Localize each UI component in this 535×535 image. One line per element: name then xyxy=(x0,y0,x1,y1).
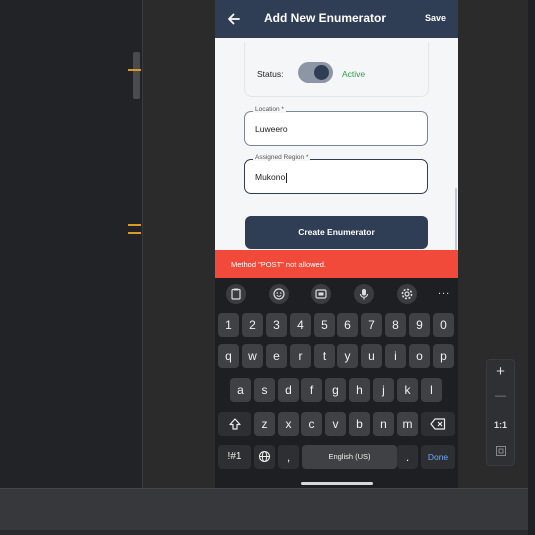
status-toggle[interactable] xyxy=(298,62,333,83)
key-j[interactable]: j xyxy=(373,378,394,402)
create-enumerator-button[interactable]: Create Enumerator xyxy=(245,216,428,249)
key-o[interactable]: o xyxy=(409,344,430,368)
key-6[interactable]: 6 xyxy=(337,313,358,337)
zoom-controls: + — 1:1 xyxy=(486,359,515,466)
key-3[interactable]: 3 xyxy=(266,313,287,337)
text-caret xyxy=(286,172,288,183)
error-message: Method "POST" not allowed. xyxy=(231,260,326,269)
key-f[interactable]: f xyxy=(301,378,322,402)
key-s[interactable]: s xyxy=(254,378,275,402)
key-q[interactable]: q xyxy=(218,344,239,368)
key-v[interactable]: v xyxy=(325,412,346,436)
key-1[interactable]: 1 xyxy=(218,313,239,337)
more-options-icon[interactable]: ... xyxy=(438,285,450,297)
zoom-out-button[interactable]: — xyxy=(487,390,514,402)
right-edge-strip xyxy=(528,0,535,535)
bottom-panel xyxy=(0,488,528,531)
left-panel-border xyxy=(142,0,143,488)
status-toggle-knob xyxy=(314,65,329,80)
key-a[interactable]: a xyxy=(230,378,251,402)
space-key[interactable]: English (US) xyxy=(302,445,397,469)
phone-screen: Add New Enumerator Save Status: Active L… xyxy=(215,0,458,488)
key-4[interactable]: 4 xyxy=(290,313,311,337)
location-label: Location * xyxy=(253,106,286,113)
gesture-nav-pill[interactable] xyxy=(301,482,373,485)
shift-icon xyxy=(228,418,241,430)
save-button[interactable]: Save xyxy=(425,13,446,23)
key-n[interactable]: n xyxy=(373,412,394,436)
left-panel xyxy=(0,0,143,488)
keyboard-settings-gear-icon[interactable] xyxy=(397,284,417,304)
key-c[interactable]: c xyxy=(301,412,322,436)
key-h[interactable]: h xyxy=(349,378,370,402)
resize-handle-mid-2[interactable] xyxy=(128,232,141,234)
key-z[interactable]: z xyxy=(254,412,275,436)
key-k[interactable]: k xyxy=(397,378,418,402)
language-globe-key[interactable] xyxy=(254,445,275,469)
key-0[interactable]: 0 xyxy=(433,313,454,337)
comma-key[interactable]: , xyxy=(278,445,299,469)
key-i[interactable]: i xyxy=(385,344,406,368)
key-9[interactable]: 9 xyxy=(409,313,430,337)
fit-screen-icon xyxy=(495,446,506,456)
key-u[interactable]: u xyxy=(361,344,382,368)
shift-key[interactable] xyxy=(218,412,251,436)
status-label: Status: xyxy=(257,69,284,79)
bottom-status-strip xyxy=(0,530,528,535)
on-screen-keyboard: ... 1 2 3 4 5 6 7 8 9 0 q w e r t y u i … xyxy=(215,278,458,488)
emoji-icon[interactable] xyxy=(269,284,289,304)
gif-sticker-icon[interactable] xyxy=(311,284,331,304)
zoom-reset-button[interactable]: 1:1 xyxy=(487,420,514,430)
assigned-region-value-wrap: Mukono xyxy=(255,172,288,183)
key-w[interactable]: w xyxy=(242,344,263,368)
error-snackbar: Method "POST" not allowed. xyxy=(215,250,458,278)
key-5[interactable]: 5 xyxy=(314,313,335,337)
key-g[interactable]: g xyxy=(325,378,346,402)
backspace-icon xyxy=(430,418,446,430)
page-title: Add New Enumerator xyxy=(264,11,387,25)
key-r[interactable]: r xyxy=(290,344,311,368)
globe-icon xyxy=(258,450,271,463)
microphone-icon[interactable] xyxy=(354,284,374,304)
back-arrow-icon[interactable] xyxy=(225,10,243,28)
key-7[interactable]: 7 xyxy=(361,313,382,337)
assigned-region-label: Assigned Region * xyxy=(253,154,311,161)
clipboard-icon[interactable] xyxy=(226,284,246,304)
status-card: Status: Active xyxy=(244,42,429,97)
key-p[interactable]: p xyxy=(433,344,454,368)
assigned-region-value: Mukono xyxy=(255,172,286,182)
key-y[interactable]: y xyxy=(337,344,358,368)
key-x[interactable]: x xyxy=(278,412,299,436)
key-2[interactable]: 2 xyxy=(242,313,263,337)
location-value: Luweero xyxy=(255,124,288,134)
keyboard-toolbar: ... xyxy=(215,282,458,306)
left-scrollbar-thumb[interactable] xyxy=(133,52,140,99)
key-d[interactable]: d xyxy=(278,378,299,402)
key-b[interactable]: b xyxy=(349,412,370,436)
key-t[interactable]: t xyxy=(314,344,335,368)
zoom-in-button[interactable]: + xyxy=(487,363,514,380)
assigned-region-field[interactable]: Assigned Region * Mukono xyxy=(244,154,428,194)
key-e[interactable]: e xyxy=(266,344,287,368)
fit-screen-button[interactable] xyxy=(487,444,514,461)
resize-handle-mid-1[interactable] xyxy=(128,224,141,226)
key-l[interactable]: l xyxy=(421,378,442,402)
symbols-key[interactable]: !#1 xyxy=(218,445,251,469)
key-8[interactable]: 8 xyxy=(385,313,406,337)
done-key[interactable]: Done xyxy=(421,445,455,469)
period-key[interactable]: . xyxy=(397,445,418,469)
backspace-key[interactable] xyxy=(421,412,455,436)
key-m[interactable]: m xyxy=(397,412,418,436)
app-bar: Add New Enumerator Save xyxy=(215,0,458,38)
status-value: Active xyxy=(342,69,366,79)
location-field[interactable]: Location * Luweero xyxy=(244,106,428,146)
